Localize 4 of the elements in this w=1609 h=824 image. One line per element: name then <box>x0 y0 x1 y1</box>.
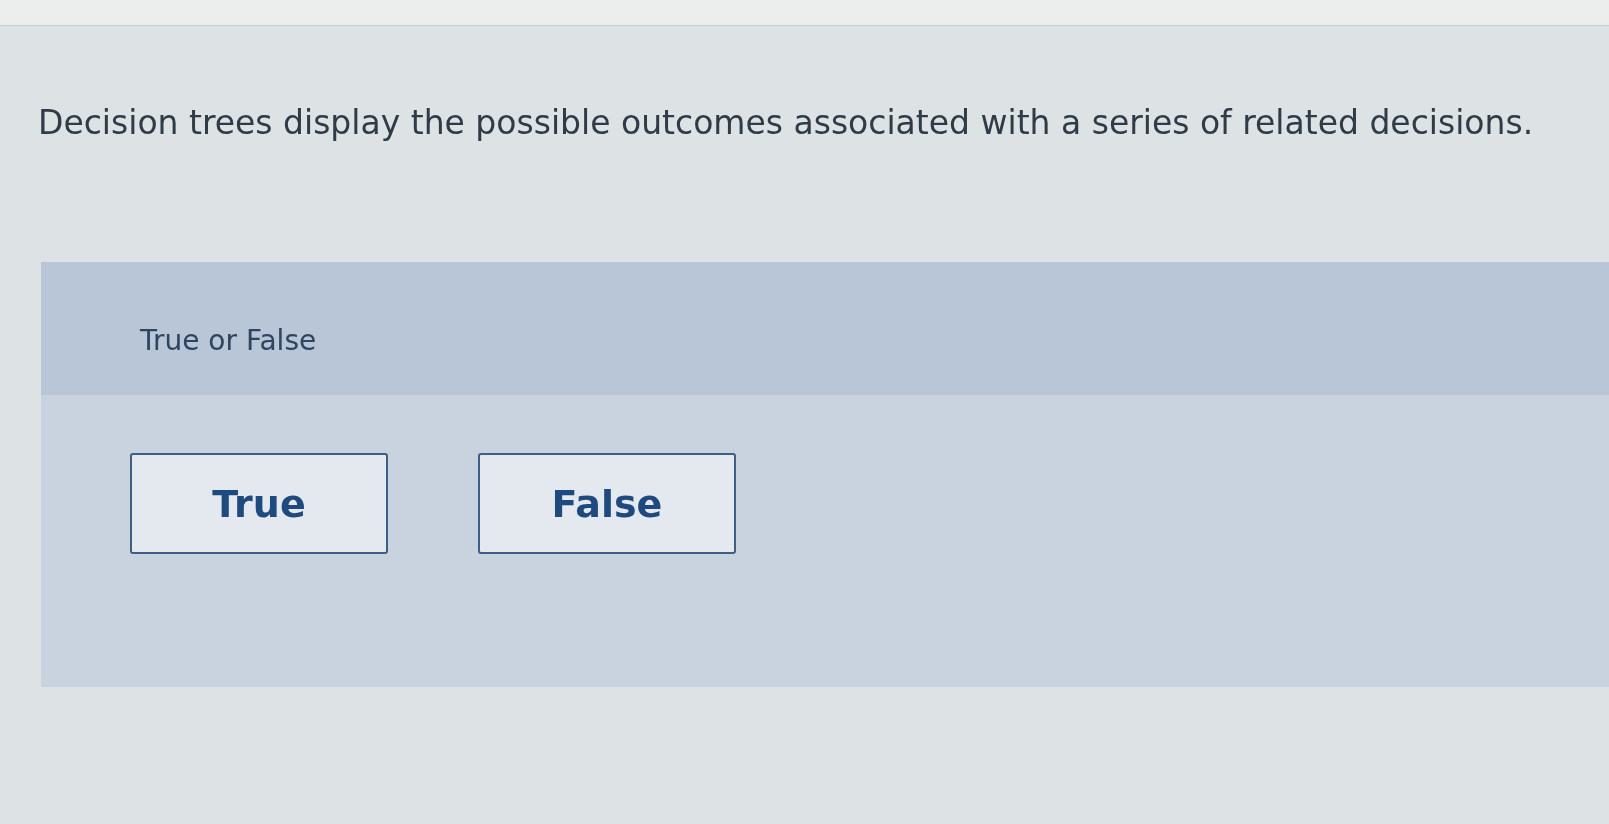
answer-option-button[interactable]: True <box>130 453 388 554</box>
prompt-text: True or False <box>140 324 317 358</box>
question-statement: Decision trees display the possible outcomes associated with a series of related decisions. <box>38 104 1534 142</box>
answer-option-button[interactable]: False <box>478 453 736 554</box>
